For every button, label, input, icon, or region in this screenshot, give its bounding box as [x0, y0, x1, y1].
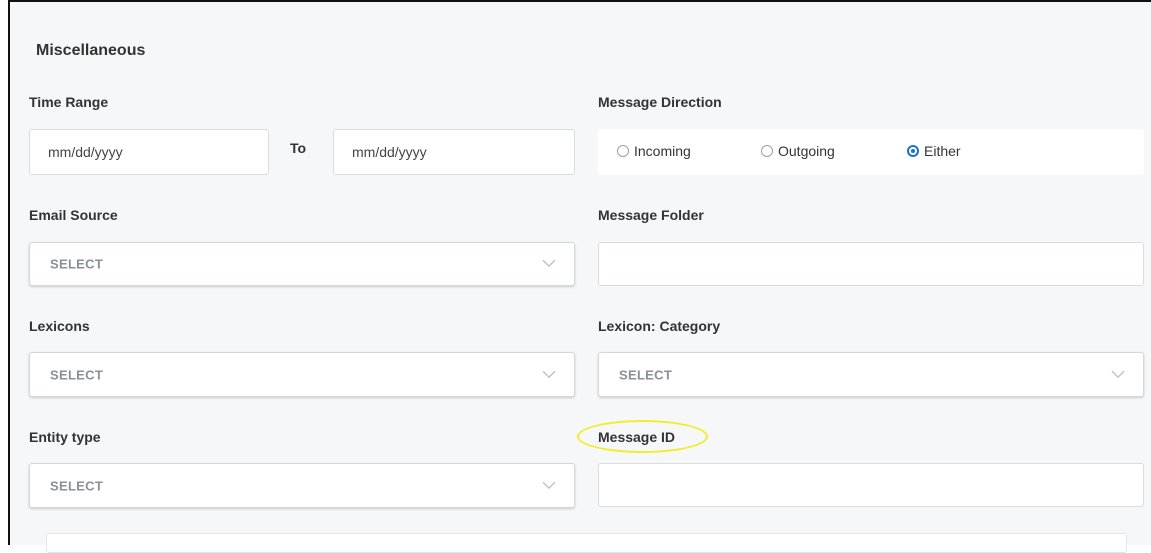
message-folder-label: Message Folder — [598, 207, 704, 223]
lexicon-category-select[interactable]: SELECT — [598, 352, 1144, 397]
radio-icon — [617, 145, 629, 157]
chevron-down-icon — [1111, 370, 1125, 378]
message-direction-radio-group: Incoming Outgoing Either — [598, 129, 1144, 175]
radio-incoming[interactable]: Incoming — [617, 143, 691, 159]
chevron-down-icon — [542, 481, 556, 489]
chevron-down-icon — [542, 370, 556, 378]
radio-either-label: Either — [924, 143, 961, 159]
lexicon-category-value: SELECT — [619, 367, 673, 382]
message-direction-label: Message Direction — [598, 94, 722, 110]
radio-outgoing[interactable]: Outgoing — [761, 143, 835, 159]
radio-incoming-label: Incoming — [634, 143, 691, 159]
radio-either[interactable]: Either — [907, 143, 961, 159]
message-folder-input[interactable] — [598, 242, 1144, 286]
radio-outgoing-label: Outgoing — [778, 143, 835, 159]
lexicons-label: Lexicons — [29, 318, 90, 334]
entity-type-select[interactable]: SELECT — [29, 463, 575, 508]
email-source-label: Email Source — [29, 207, 118, 223]
lexicons-select[interactable]: SELECT — [29, 352, 575, 397]
radio-icon — [761, 145, 773, 157]
entity-type-value: SELECT — [50, 478, 104, 493]
entity-type-label: Entity type — [29, 429, 101, 445]
chevron-down-icon — [542, 259, 556, 268]
time-range-to-input[interactable] — [333, 129, 575, 175]
message-id-label: Message ID — [598, 429, 676, 445]
radio-checked-icon — [907, 145, 919, 157]
time-range-label: Time Range — [29, 94, 109, 110]
email-source-select[interactable]: SELECT — [29, 242, 575, 286]
time-range-to-label: To — [290, 140, 307, 156]
section-title: Miscellaneous — [36, 42, 146, 59]
bottom-panel — [46, 533, 1127, 553]
lexicon-category-label: Lexicon: Category — [598, 318, 721, 334]
email-source-value: SELECT — [50, 256, 104, 272]
lexicons-value: SELECT — [50, 367, 104, 382]
message-id-input[interactable] — [598, 463, 1144, 507]
time-range-from-input[interactable] — [29, 129, 269, 175]
